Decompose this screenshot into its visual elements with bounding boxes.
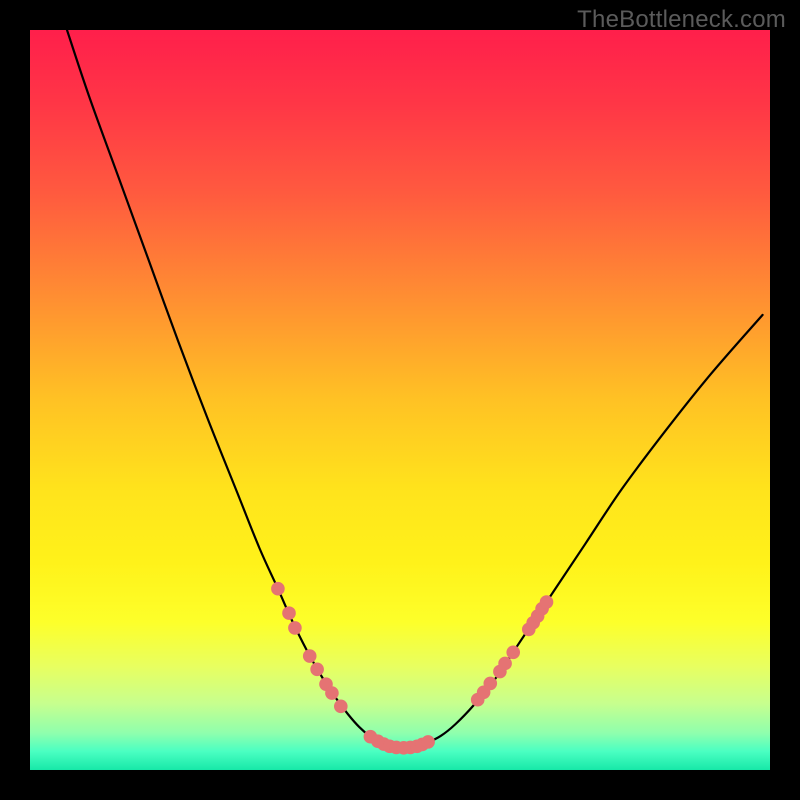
curve-marker [483, 677, 497, 691]
curve-marker [421, 735, 435, 749]
chart-frame: TheBottleneck.com [0, 0, 800, 800]
curve-marker [271, 582, 285, 596]
curve-marker [282, 606, 296, 620]
plot-area [30, 30, 770, 770]
curve-markers [271, 582, 553, 755]
curve-layer [30, 30, 770, 770]
curve-marker [303, 649, 317, 663]
curve-marker [498, 657, 512, 671]
bottleneck-curve [67, 30, 763, 748]
curve-marker [506, 646, 520, 660]
curve-marker [334, 700, 348, 714]
curve-marker [540, 595, 554, 609]
curve-marker [288, 621, 302, 635]
curve-marker [310, 663, 324, 677]
curve-marker [325, 686, 339, 700]
